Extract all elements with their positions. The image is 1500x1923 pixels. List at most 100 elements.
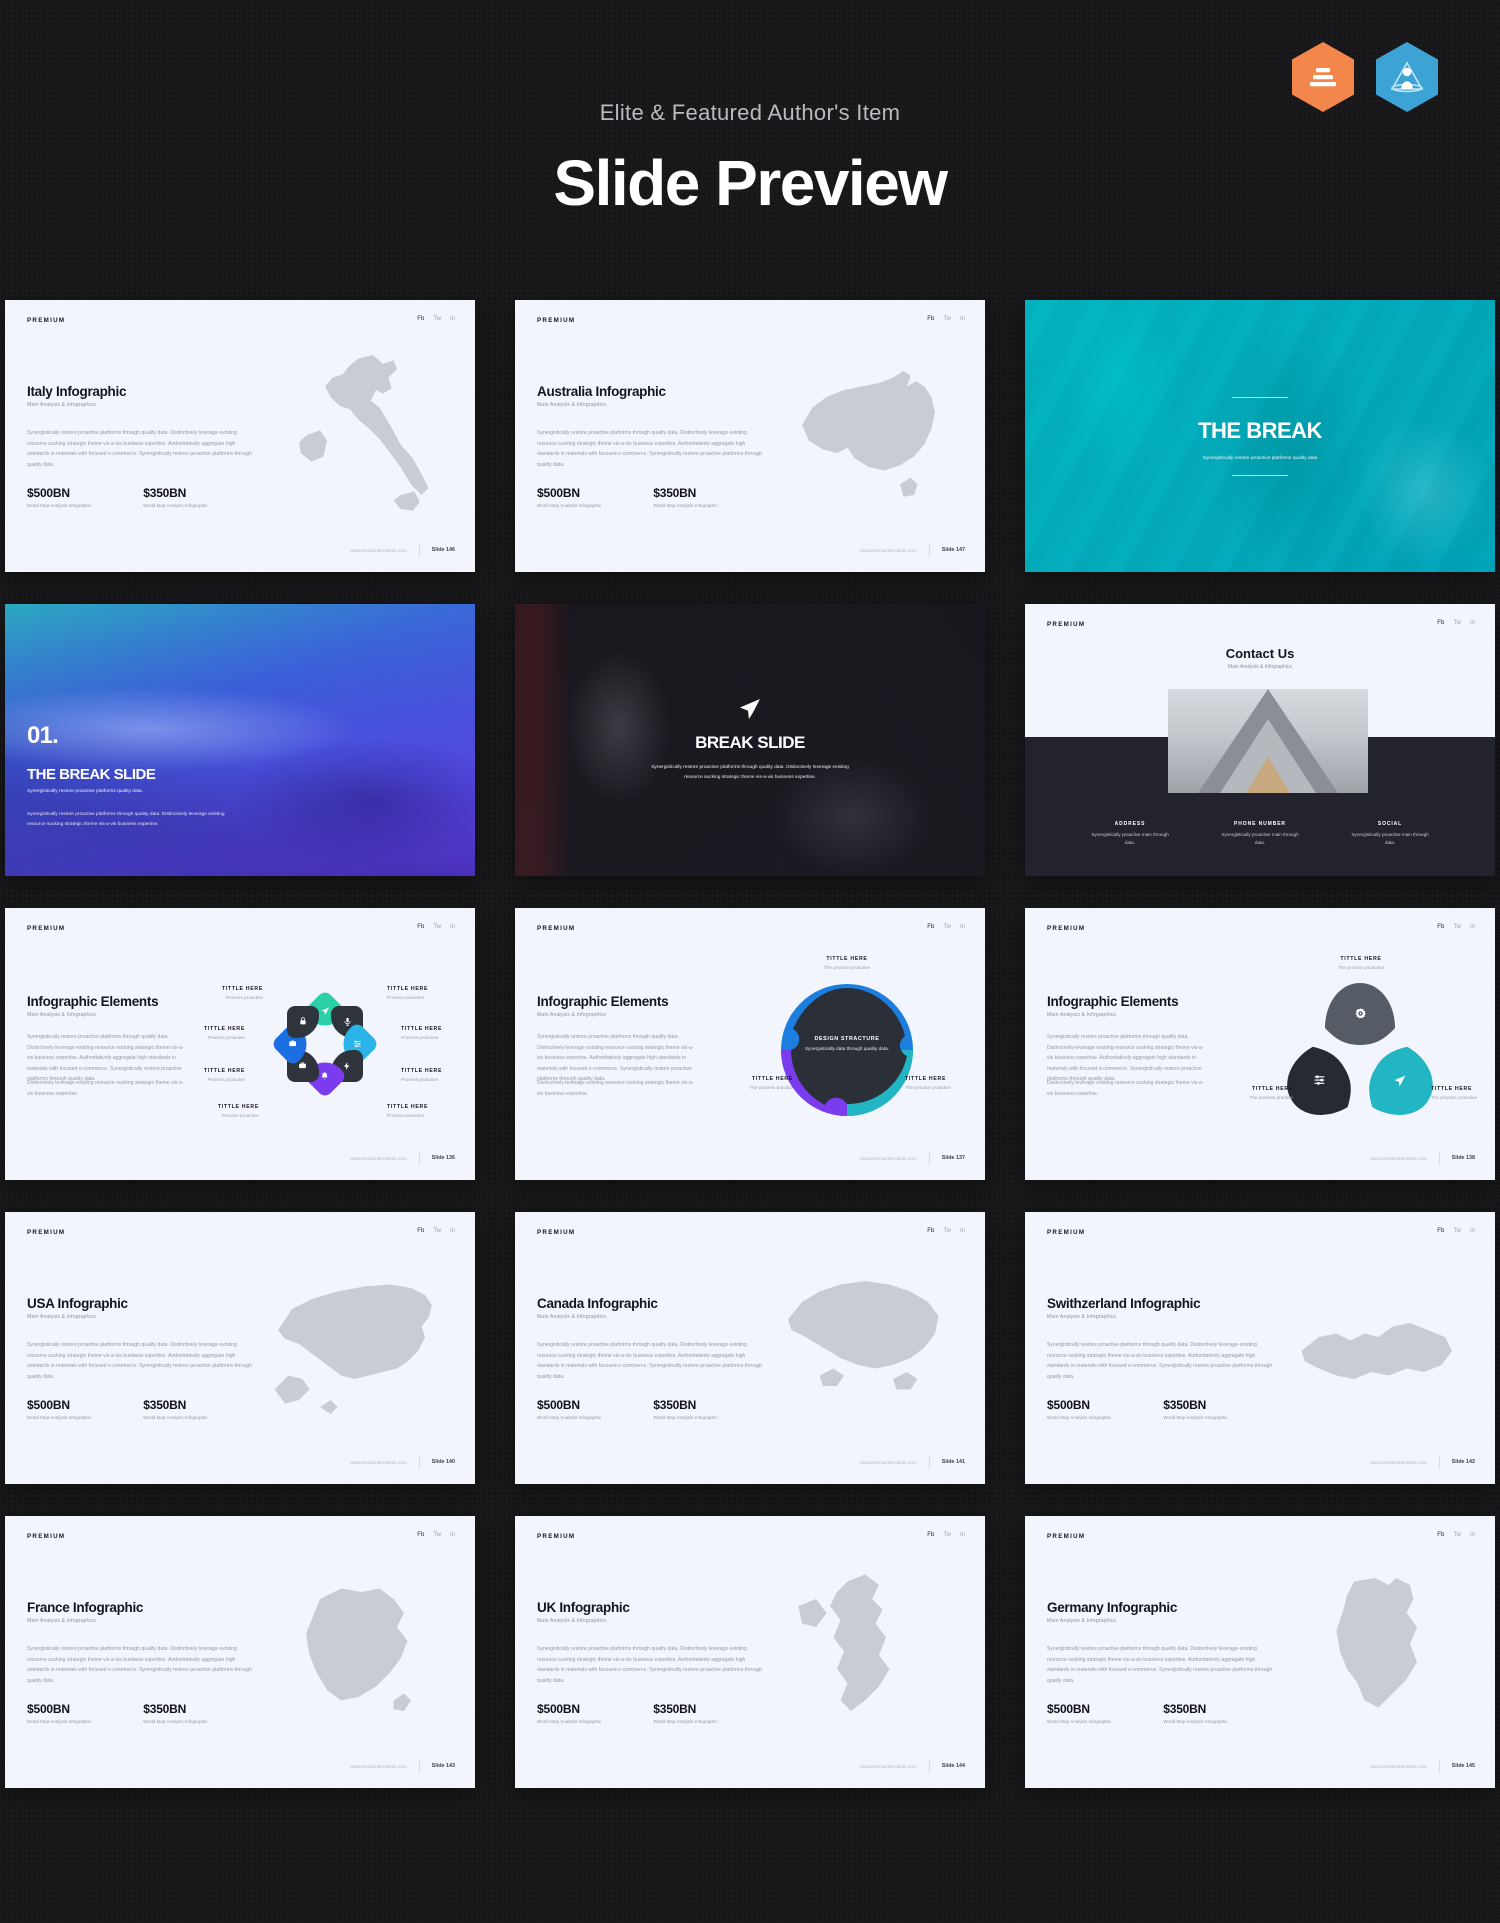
facebook-icon[interactable]: Fb (1437, 620, 1444, 626)
slide-card-the-break-slide[interactable]: 01. THE BREAK SLIDE Synergistically restor… (5, 604, 475, 876)
facebook-icon[interactable]: Fb (417, 1228, 424, 1234)
slide-card-germany-infographic[interactable]: PREMIUM Fb Tw In www.premiumtemplate.com Slid… (1025, 1516, 1495, 1788)
triangle-segment[interactable] (1274, 1038, 1363, 1130)
stat-label: World Map Analysis Infographic (27, 1719, 92, 1724)
instagram-icon[interactable]: In (450, 1228, 455, 1234)
stat-value: $500BN (27, 486, 70, 500)
slide-card-canada-infographic[interactable]: PREMIUM Fb Tw In www.premiumtemplate.com Slid… (515, 1212, 985, 1484)
instagram-icon[interactable]: In (1470, 1228, 1475, 1234)
footer-url[interactable]: www.premiumtemplate.com (350, 548, 406, 553)
twitter-icon[interactable]: Tw (1453, 1532, 1461, 1538)
segment-label: TITTLE HERE Process proactive (401, 1068, 463, 1082)
stat-primary: $500BN World Map Analysis Infographic (537, 1398, 601, 1420)
contact-column: SOCIAL Synergistically proactive main thr… (1347, 821, 1433, 848)
slide-card-break-slide[interactable]: BREAK SLIDE Synergistically restore proac… (515, 604, 985, 876)
elite-author-badge[interactable] (1292, 42, 1354, 112)
slide-card-the-break[interactable]: THE BREAK Synergistically restore proacti… (1025, 300, 1495, 572)
globe-label-right: TITTLE HERE The practice proactive (905, 1076, 985, 1090)
footer-divider (418, 1455, 420, 1469)
twitter-icon[interactable]: Tw (943, 924, 951, 930)
facebook-icon[interactable]: Fb (1437, 1228, 1444, 1234)
twitter-icon[interactable]: Tw (943, 1228, 951, 1234)
instagram-icon[interactable]: In (450, 316, 455, 322)
footer-divider (928, 543, 930, 557)
slide-footer: www.premiumtemplate.com Slide 146 (350, 543, 455, 557)
twitter-icon[interactable]: Tw (943, 1532, 951, 1538)
page-eyebrow: Elite & Featured Author's Item (599, 100, 901, 125)
footer-url[interactable]: www.premiumtemplate.com (860, 1460, 916, 1465)
slide-subtitle: Main Analysis & Infographics (537, 1618, 607, 1624)
facebook-icon[interactable]: Fb (927, 1228, 934, 1234)
instagram-icon[interactable]: In (1470, 620, 1475, 626)
globe-label-title: TITTLE HERE (826, 956, 868, 962)
instagram-icon[interactable]: In (960, 1228, 965, 1234)
france-map (306, 1588, 411, 1711)
twitter-icon[interactable]: Tw (433, 316, 441, 322)
twitter-icon[interactable]: Tw (1453, 1228, 1461, 1234)
footer-url[interactable]: www.premiumtemplate.com (860, 1156, 916, 1161)
slide-number: Slide 138 (1451, 1155, 1475, 1161)
facebook-icon[interactable]: Fb (927, 924, 934, 930)
slide-card-swithzerland-infographic[interactable]: PREMIUM Fb Tw In www.premiumtemplate.com Slid… (1025, 1212, 1495, 1484)
slide-card-infographic-elements-triangles[interactable]: PREMIUM Fb Tw In www.premiumtemplate.com Slid… (1025, 908, 1495, 1180)
featured-author-badge[interactable] (1376, 42, 1438, 112)
slide-card-italy-infographic[interactable]: PREMIUM Fb Tw In www.premiumtemplate.com Slid… (5, 300, 475, 572)
slide-card-infographic-elements-circle[interactable]: PREMIUM Fb Tw In www.premiumtemplate.com Slid… (5, 908, 475, 1180)
instagram-icon[interactable]: In (450, 1532, 455, 1538)
segment-label: TITTLE HERE Process proactive (401, 1026, 463, 1040)
instagram-icon[interactable]: In (960, 1532, 965, 1538)
segment-label-title: TITTLE HERE (221, 986, 263, 992)
footer-url[interactable]: www.premiumtemplate.com (860, 548, 916, 553)
triangle-segment[interactable] (1358, 1038, 1447, 1130)
twitter-icon[interactable]: Tw (433, 1228, 441, 1234)
segment-label-title: TITTLE HERE (387, 1104, 429, 1110)
instagram-icon[interactable]: In (960, 316, 965, 322)
slide-number: Slide 147 (941, 547, 965, 553)
facebook-icon[interactable]: Fb (1437, 1532, 1444, 1538)
segment-lock-icon[interactable] (286, 1005, 319, 1038)
contact-column: ADDRESS Synergistically proactive main th… (1087, 821, 1173, 848)
instagram-icon[interactable]: In (1470, 1532, 1475, 1538)
stat-secondary: $350BN World Map Analysis Infographic (143, 1398, 207, 1420)
facebook-icon[interactable]: Fb (927, 316, 934, 322)
twitter-icon[interactable]: Tw (433, 1532, 441, 1538)
twitter-icon[interactable]: Tw (1453, 620, 1461, 626)
slide-card-france-infographic[interactable]: PREMIUM Fb Tw In www.premiumtemplate.com Slid… (5, 1516, 475, 1788)
slide-card-uk-infographic[interactable]: PREMIUM Fb Tw In www.premiumtemplate.com Slid… (515, 1516, 985, 1788)
instagram-icon[interactable]: In (1470, 924, 1475, 930)
footer-url[interactable]: www.premiumtemplate.com (1370, 1764, 1426, 1769)
segment-label-desc: Process proactive (221, 1113, 259, 1118)
footer-divider (418, 543, 420, 557)
stat-primary: $500BN World Map Analysis Infographic (1047, 1398, 1111, 1420)
slide-card-contact-us[interactable]: PREMIUM Fb Tw In Contact Us Main Analysis & I… (1025, 604, 1495, 876)
slide-header: PREMIUM Fb Tw In (1025, 1228, 1495, 1243)
facebook-icon[interactable]: Fb (417, 1532, 424, 1538)
australia-map (802, 370, 935, 497)
triangle-segment[interactable] (1325, 983, 1395, 1045)
slide-card-australia-infographic[interactable]: PREMIUM Fb Tw In www.premiumtemplate.com Slid… (515, 300, 985, 572)
slide-card-usa-infographic[interactable]: PREMIUM Fb Tw In www.premiumtemplate.com Slid… (5, 1212, 475, 1484)
facebook-icon[interactable]: Fb (417, 316, 424, 322)
footer-url[interactable]: www.premiumtemplate.com (860, 1764, 916, 1769)
twitter-icon[interactable]: Tw (943, 316, 951, 322)
slide-footer: www.premiumtemplate.com Slide 142 (1370, 1455, 1475, 1469)
slide-number: Slide 142 (1451, 1459, 1475, 1465)
stat-label: World Map Analysis Infographic (1047, 1415, 1112, 1420)
footer-url[interactable]: www.premiumtemplate.com (1370, 1156, 1426, 1161)
twitter-icon[interactable]: Tw (1453, 924, 1461, 930)
switzerland-map (1301, 1323, 1452, 1379)
footer-url[interactable]: www.premiumtemplate.com (350, 1460, 406, 1465)
sliders-icon (353, 1040, 361, 1047)
facebook-icon[interactable]: Fb (1437, 924, 1444, 930)
brand-label: PREMIUM (1047, 621, 1086, 628)
stat-primary: $500BN World Map Analysis Infographic (1047, 1702, 1111, 1724)
footer-url[interactable]: www.premiumtemplate.com (1370, 1460, 1426, 1465)
break-content: THE BREAK Synergistically restore proacti… (1025, 300, 1495, 572)
facebook-icon[interactable]: Fb (927, 1532, 934, 1538)
instagram-icon[interactable]: In (960, 924, 965, 930)
stat-value: $350BN (653, 1398, 697, 1412)
slide-card-infographic-elements-globe[interactable]: PREMIUM Fb Tw In www.premiumtemplate.com Slid… (515, 908, 985, 1180)
slide-number: Slide 143 (431, 1763, 455, 1769)
footer-url[interactable]: www.premiumtemplate.com (350, 1764, 406, 1769)
briefcase-icon (299, 1062, 306, 1069)
